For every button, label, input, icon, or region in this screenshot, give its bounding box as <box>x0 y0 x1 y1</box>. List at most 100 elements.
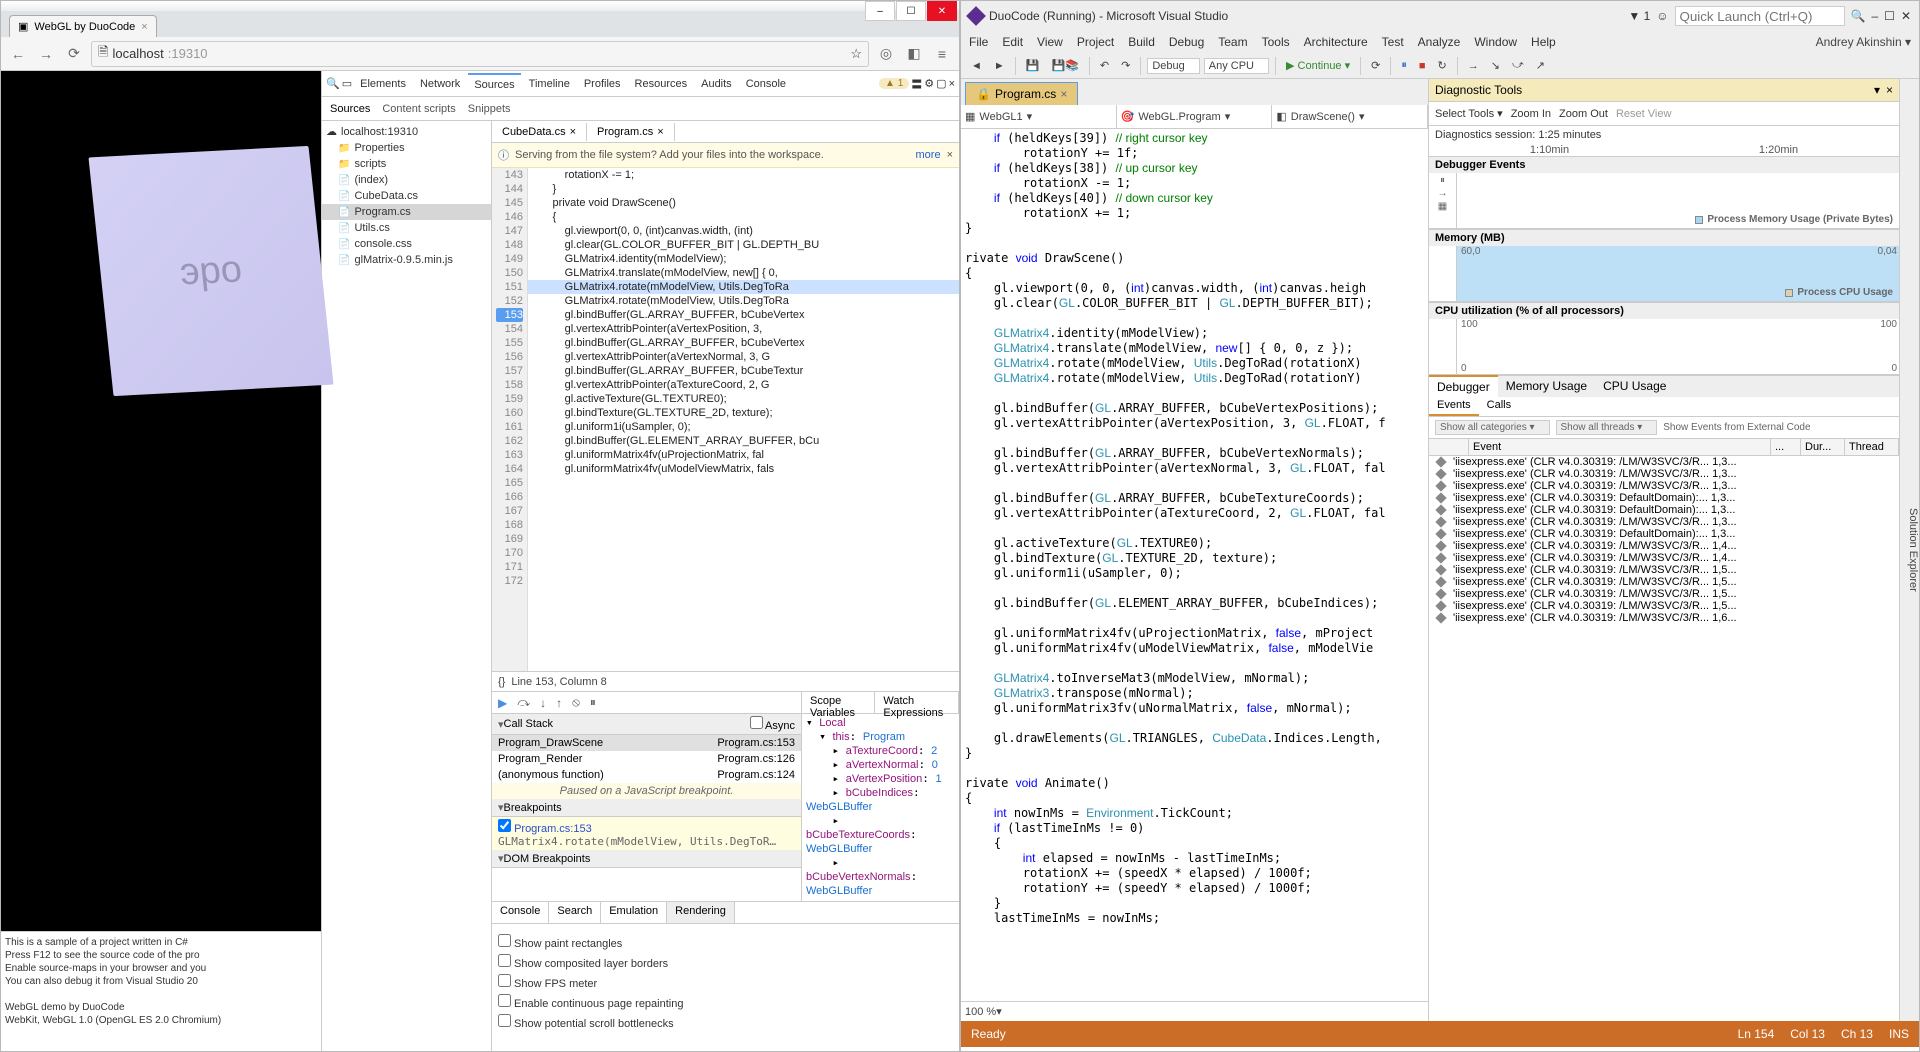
dt-tab-sources[interactable]: Sources <box>468 73 520 95</box>
cpu-lane[interactable]: 100 100 0 0 <box>1429 319 1899 375</box>
file-cubedata[interactable]: CubeData.cs <box>322 188 491 204</box>
rt-console[interactable]: Console <box>492 902 549 923</box>
file-consolecss[interactable]: console.css <box>322 236 491 252</box>
close-icon[interactable]: × <box>1060 87 1067 101</box>
menu-window[interactable]: Window <box>1474 35 1517 49</box>
editor-tab-cubedata[interactable]: CubeData.cs× <box>492 123 587 141</box>
user-label[interactable]: Andrey Akinshin ▾ <box>1816 35 1911 49</box>
subtab-content[interactable]: Content scripts <box>382 103 455 115</box>
arrow-icon[interactable]: → <box>1438 188 1448 199</box>
stack-frame[interactable]: Program_DrawSceneProgram.cs:153 <box>492 735 801 751</box>
vs-menubar[interactable]: File Edit View Project Build Debug Team … <box>961 31 1919 53</box>
dom-bp-header[interactable]: DOM Breakpoints <box>492 850 801 868</box>
menu-team[interactable]: Team <box>1218 35 1247 49</box>
zoom-in-btn[interactable]: Zoom In <box>1511 108 1551 120</box>
render-option[interactable]: Show potential scroll bottlenecks <box>498 1014 953 1030</box>
star-icon[interactable]: ☆ <box>850 46 862 62</box>
dbg-tab-cpu[interactable]: CPU Usage <box>1595 376 1674 397</box>
event-row[interactable]: 'iisexpress.exe' (CLR v4.0.30319: Defaul… <box>1429 504 1899 516</box>
ext2-icon[interactable]: ◧ <box>903 43 925 65</box>
vs-maximize-icon[interactable]: ☐ <box>1884 9 1895 23</box>
step-into-icon[interactable]: ↘ <box>1487 57 1504 74</box>
file-glmatrix[interactable]: glMatrix-0.9.5.min.js <box>322 252 491 268</box>
events-table[interactable]: Event ... Dur... Thread 'iisexpress.exe'… <box>1429 439 1899 1021</box>
event-row[interactable]: 'iisexpress.exe' (CLR v4.0.30319: /LM/W3… <box>1429 564 1899 576</box>
event-row[interactable]: 'iisexpress.exe' (CLR v4.0.30319: /LM/W3… <box>1429 612 1899 624</box>
ext1-icon[interactable]: ◎ <box>875 43 897 65</box>
code-editor[interactable]: 1431441451461471481491501511521531541551… <box>492 168 959 671</box>
dt-tab-profiles[interactable]: Profiles <box>578 74 627 94</box>
event-row[interactable]: 'iisexpress.exe' (CLR v4.0.30319: /LM/W3… <box>1429 588 1899 600</box>
tab-close-icon[interactable]: × <box>141 21 147 33</box>
step-over-icon[interactable]: ⤻ <box>1508 57 1528 74</box>
reset-view-btn[interactable]: Reset View <box>1616 108 1671 120</box>
render-option[interactable]: Show composited layer borders <box>498 954 953 970</box>
menu-help[interactable]: Help <box>1531 35 1556 49</box>
address-bar[interactable]: 🗎 localhost:19310 ☆ <box>91 41 869 67</box>
dock-icon[interactable]: ▢ <box>936 77 946 90</box>
editor-tab-program[interactable]: Program.cs× <box>587 123 675 141</box>
saveall-icon[interactable]: 💾📚 <box>1047 57 1082 74</box>
vs-close-icon[interactable]: ✕ <box>1901 9 1911 23</box>
chrome-minimize-icon[interactable]: – <box>865 1 895 21</box>
rt-emulation[interactable]: Emulation <box>601 902 667 923</box>
pause-icon[interactable]: ⏸ <box>1397 57 1411 74</box>
stack-frame[interactable]: (anonymous function)Program.cs:124 <box>492 767 801 783</box>
step-over-icon[interactable]: ⤼ <box>517 695 530 710</box>
event-row[interactable]: 'iisexpress.exe' (CLR v4.0.30319: /LM/W3… <box>1429 480 1899 492</box>
platform-combo[interactable]: Any CPU <box>1204 58 1269 74</box>
subtab-sources[interactable]: Sources <box>330 103 370 115</box>
event-row[interactable]: 'iisexpress.exe' (CLR v4.0.30319: /LM/W3… <box>1429 468 1899 480</box>
event-row[interactable]: 'iisexpress.exe' (CLR v4.0.30319: /LM/W3… <box>1429 600 1899 612</box>
breakpoint-item[interactable]: Program.cs:153 GLMatrix4.rotate(mModelVi… <box>492 817 801 850</box>
feedback-icon[interactable]: ☺ <box>1656 9 1668 23</box>
nav-class[interactable]: 🎯 WebGL.Program ▾ <box>1117 105 1273 128</box>
folder-scripts[interactable]: scripts <box>322 156 491 172</box>
col-event[interactable]: Event <box>1469 439 1771 455</box>
config-combo[interactable]: Debug <box>1147 58 1199 74</box>
menu-test[interactable]: Test <box>1382 35 1404 49</box>
event-row[interactable]: 'iisexpress.exe' (CLR v4.0.30319: /LM/W3… <box>1429 516 1899 528</box>
vs-minimize-icon[interactable]: – <box>1871 9 1878 23</box>
close-icon[interactable]: × <box>657 126 663 138</box>
event-row[interactable]: 'iisexpress.exe' (CLR v4.0.30319: /LM/W3… <box>1429 576 1899 588</box>
event-row[interactable]: 'iisexpress.exe' (CLR v4.0.30319: /LM/W3… <box>1429 456 1899 468</box>
continue-button[interactable]: ▶ Continue ▾ <box>1282 57 1354 74</box>
restart-icon[interactable]: ↻ <box>1434 57 1451 74</box>
tab-watch[interactable]: Watch Expressions <box>875 692 959 713</box>
stack-frame[interactable]: Program_RenderProgram.cs:126 <box>492 751 801 767</box>
subtab-snippets[interactable]: Snippets <box>468 103 511 115</box>
dbg-tab-memory[interactable]: Memory Usage <box>1498 376 1595 397</box>
nav-fwd-icon[interactable]: ► <box>990 58 1009 74</box>
evsub-calls[interactable]: Calls <box>1479 397 1519 416</box>
dt-tab-network[interactable]: Network <box>414 74 466 94</box>
refresh-icon[interactable]: ⟳ <box>1367 57 1384 74</box>
resume-icon[interactable]: ▶ <box>498 696 507 710</box>
warning-badge[interactable]: ▲ 1 <box>879 78 909 89</box>
chrome-maximize-icon[interactable]: ☐ <box>896 1 926 21</box>
bp-checkbox[interactable] <box>498 819 511 832</box>
dbg-tab-debugger[interactable]: Debugger <box>1429 374 1498 397</box>
show-next-icon[interactable]: → <box>1464 58 1483 74</box>
folder-properties[interactable]: Properties <box>322 140 491 156</box>
file-program[interactable]: Program.cs <box>322 204 491 220</box>
lane-events-header[interactable]: Debugger Events <box>1429 156 1899 173</box>
menu-icon[interactable]: ≡ <box>931 43 953 65</box>
lane-memory-header[interactable]: Memory (MB) Process Memory Usage (Privat… <box>1429 229 1899 246</box>
back-icon[interactable]: ← <box>7 43 29 65</box>
forward-icon[interactable]: → <box>35 43 57 65</box>
solution-explorer-tab[interactable]: Solution Explorer <box>1899 79 1919 1021</box>
chrome-close-icon[interactable]: ✕ <box>927 1 957 21</box>
file-tree[interactable]: ☁localhost:19310 Properties scripts (ind… <box>322 121 492 1051</box>
file-utils[interactable]: Utils.cs <box>322 220 491 236</box>
grid-icon[interactable]: ▦ <box>1438 201 1447 212</box>
step-out-icon[interactable]: ↑ <box>556 696 562 710</box>
menu-edit[interactable]: Edit <box>1002 35 1023 49</box>
reload-icon[interactable]: ⟳ <box>63 43 85 65</box>
event-row[interactable]: 'iisexpress.exe' (CLR v4.0.30319: Defaul… <box>1429 492 1899 504</box>
pause-exception-icon[interactable]: ⏸ <box>590 695 596 710</box>
menu-project[interactable]: Project <box>1077 35 1114 49</box>
lane-cpu-header[interactable]: CPU utilization (% of all processors) Pr… <box>1429 302 1899 319</box>
dt-tab-console[interactable]: Console <box>740 74 792 94</box>
rt-search[interactable]: Search <box>549 902 601 923</box>
